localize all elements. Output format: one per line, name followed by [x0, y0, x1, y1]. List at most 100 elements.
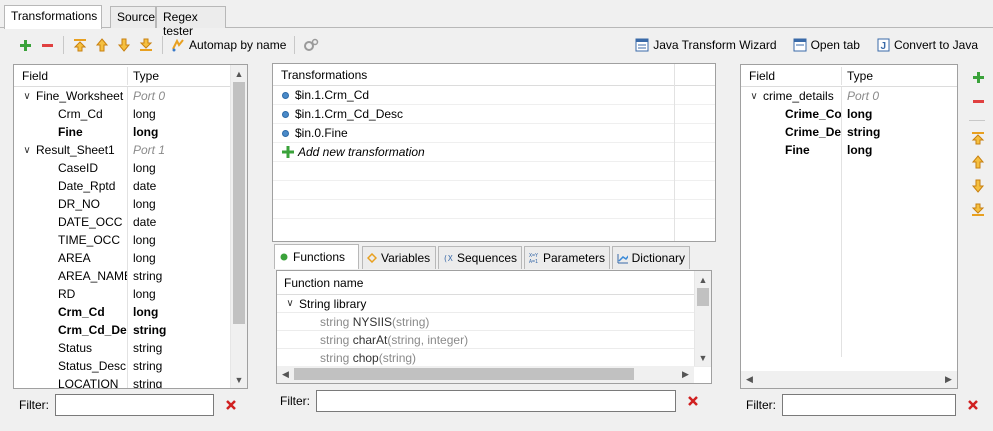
- field-row[interactable]: Fine long: [14, 123, 247, 141]
- function-row[interactable]: string chop (string): [277, 349, 711, 367]
- column-divider: [674, 64, 675, 241]
- field-row[interactable]: LOCATION string: [14, 375, 247, 388]
- function-row[interactable]: string NYSIIS (string): [277, 313, 711, 331]
- tab-sequences[interactable]: (X) Sequences: [438, 246, 522, 269]
- arrow-down-icon: [971, 179, 985, 193]
- clear-filter-button[interactable]: [223, 397, 239, 413]
- field-row[interactable]: Status_Desc string: [14, 357, 247, 375]
- scrollbar-thumb[interactable]: [697, 288, 709, 306]
- scroll-down-arrow-icon[interactable]: ▼: [231, 371, 247, 388]
- move-up-button[interactable]: [967, 151, 989, 173]
- transformation-item[interactable]: $in.1.Crm_Cd_Desc: [273, 105, 715, 124]
- type-column-header[interactable]: Type: [842, 69, 952, 83]
- output-fields-tree[interactable]: Field Type ∨ crime_details Port 0 Crime_C…: [740, 64, 958, 389]
- field-row[interactable]: Crm_Cd long: [14, 303, 247, 321]
- tab-dictionary[interactable]: Dictionary: [612, 246, 690, 269]
- field-row[interactable]: Fine long: [741, 141, 957, 159]
- automap-button[interactable]: Automap by name: [168, 34, 289, 56]
- type-column-header[interactable]: Type: [128, 69, 228, 83]
- tab-parameters[interactable]: X=Y A=1 Parameters: [524, 246, 610, 269]
- add-output-field-button[interactable]: [967, 66, 989, 88]
- chevron-down-icon[interactable]: ∨: [749, 91, 759, 102]
- field-row[interactable]: Crm_Cd_Desc string: [14, 321, 247, 339]
- java-transform-wizard-button[interactable]: Java Transform Wizard: [632, 34, 779, 56]
- java-transform-wizard-label: Java Transform Wizard: [653, 38, 777, 52]
- clear-filter-button[interactable]: [965, 397, 981, 413]
- middle-filter-input[interactable]: [316, 390, 676, 412]
- move-up-button[interactable]: [91, 34, 113, 56]
- settings-button[interactable]: [300, 34, 322, 56]
- right-filter-input[interactable]: [782, 394, 956, 416]
- field-row[interactable]: CaseID long: [14, 159, 247, 177]
- field-row[interactable]: AREA_NAME string: [14, 267, 247, 285]
- diamond-icon: [367, 253, 377, 263]
- scroll-left-arrow-icon[interactable]: ◀: [741, 374, 758, 385]
- tree-port-row[interactable]: ∨ Result_Sheet1 Port 1: [14, 141, 247, 159]
- tab-regex-tester[interactable]: Regex tester: [156, 6, 226, 38]
- chevron-down-icon[interactable]: ∨: [285, 298, 295, 309]
- convert-to-java-button[interactable]: J Convert to Java: [873, 34, 981, 56]
- field-name: Crm_Cd: [58, 305, 105, 319]
- field-row[interactable]: DR_NO long: [14, 195, 247, 213]
- remove-output-field-button[interactable]: [967, 90, 989, 112]
- scroll-right-arrow-icon[interactable]: ▶: [677, 369, 694, 380]
- horizontal-scrollbar[interactable]: ◀ ▶: [741, 371, 957, 388]
- scrollbar-thumb[interactable]: [294, 368, 634, 380]
- move-bottom-button[interactable]: [135, 34, 157, 56]
- move-down-button[interactable]: [113, 34, 135, 56]
- field-name: TIME_OCC: [58, 233, 121, 247]
- move-bottom-button[interactable]: [967, 199, 989, 221]
- horizontal-scrollbar[interactable]: ◀ ▶: [277, 366, 694, 383]
- tree-port-row[interactable]: ∨ Fine_Worksheet Port 0: [14, 87, 247, 105]
- tree-port-row[interactable]: ∨ crime_details Port 0: [741, 87, 957, 105]
- scroll-up-arrow-icon[interactable]: ▲: [695, 271, 711, 288]
- scroll-down-arrow-icon[interactable]: ▼: [695, 349, 711, 366]
- tab-variables[interactable]: Variables: [362, 246, 436, 269]
- open-tab-button[interactable]: Open tab: [790, 34, 863, 56]
- add-transformation-row[interactable]: Add new transformation: [273, 143, 715, 162]
- scrollbar-thumb[interactable]: [233, 82, 245, 324]
- clear-filter-button[interactable]: [685, 393, 701, 409]
- functions-tree[interactable]: Function name ∨ String library string NY…: [276, 270, 712, 384]
- empty-row: [741, 303, 957, 321]
- tab-functions[interactable]: Functions: [274, 244, 359, 269]
- scroll-right-arrow-icon[interactable]: ▶: [940, 374, 957, 385]
- function-library-row[interactable]: ∨ String library: [277, 295, 711, 313]
- chevron-down-icon[interactable]: ∨: [22, 91, 32, 102]
- scroll-up-arrow-icon[interactable]: ▲: [231, 65, 247, 82]
- function-name-header: Function name: [277, 271, 711, 295]
- empty-row: [741, 285, 957, 303]
- scroll-left-arrow-icon[interactable]: ◀: [277, 369, 294, 380]
- move-down-button[interactable]: [967, 175, 989, 197]
- move-top-button[interactable]: [967, 127, 989, 149]
- left-filter-input[interactable]: [55, 394, 214, 416]
- transformation-item[interactable]: $in.0.Fine: [273, 124, 715, 143]
- field-row[interactable]: RD long: [14, 285, 247, 303]
- move-top-button[interactable]: [69, 34, 91, 56]
- field-row[interactable]: Crm_Cd long: [14, 105, 247, 123]
- input-fields-tree[interactable]: Field Type ∨ Fine_Worksheet Port 0 Crm_Cd…: [13, 64, 248, 389]
- field-row[interactable]: TIME_OCC long: [14, 231, 247, 249]
- field-row[interactable]: Status string: [14, 339, 247, 357]
- field-row[interactable]: DATE_OCC date: [14, 213, 247, 231]
- tab-transformations[interactable]: Transformations: [4, 5, 102, 29]
- add-button[interactable]: [14, 34, 36, 56]
- remove-button[interactable]: [36, 34, 58, 56]
- function-row[interactable]: string charAt (string, integer): [277, 331, 711, 349]
- empty-row: [741, 249, 957, 267]
- field-row[interactable]: Crime_Code long: [741, 105, 957, 123]
- vertical-scrollbar[interactable]: ▲ ▼: [694, 271, 711, 366]
- field-row[interactable]: Date_Rptd date: [14, 177, 247, 195]
- tab-source[interactable]: Source: [110, 6, 156, 28]
- transformation-item[interactable]: $in.1.Crm_Cd: [273, 86, 715, 105]
- field-name: Status_Desc: [58, 359, 127, 373]
- transformations-list[interactable]: Transformations $in.1.Crm_Cd $in.1.Crm_C…: [272, 63, 716, 242]
- wizard-window-icon: [635, 38, 649, 52]
- field-row[interactable]: AREA long: [14, 249, 247, 267]
- field-column-header[interactable]: Field: [14, 69, 48, 83]
- function-name: charAt: [352, 332, 388, 347]
- chevron-down-icon[interactable]: ∨: [22, 145, 32, 156]
- vertical-scrollbar[interactable]: ▲ ▼: [230, 65, 247, 388]
- field-row[interactable]: Crime_Desc string: [741, 123, 957, 141]
- field-column-header[interactable]: Field: [741, 69, 775, 83]
